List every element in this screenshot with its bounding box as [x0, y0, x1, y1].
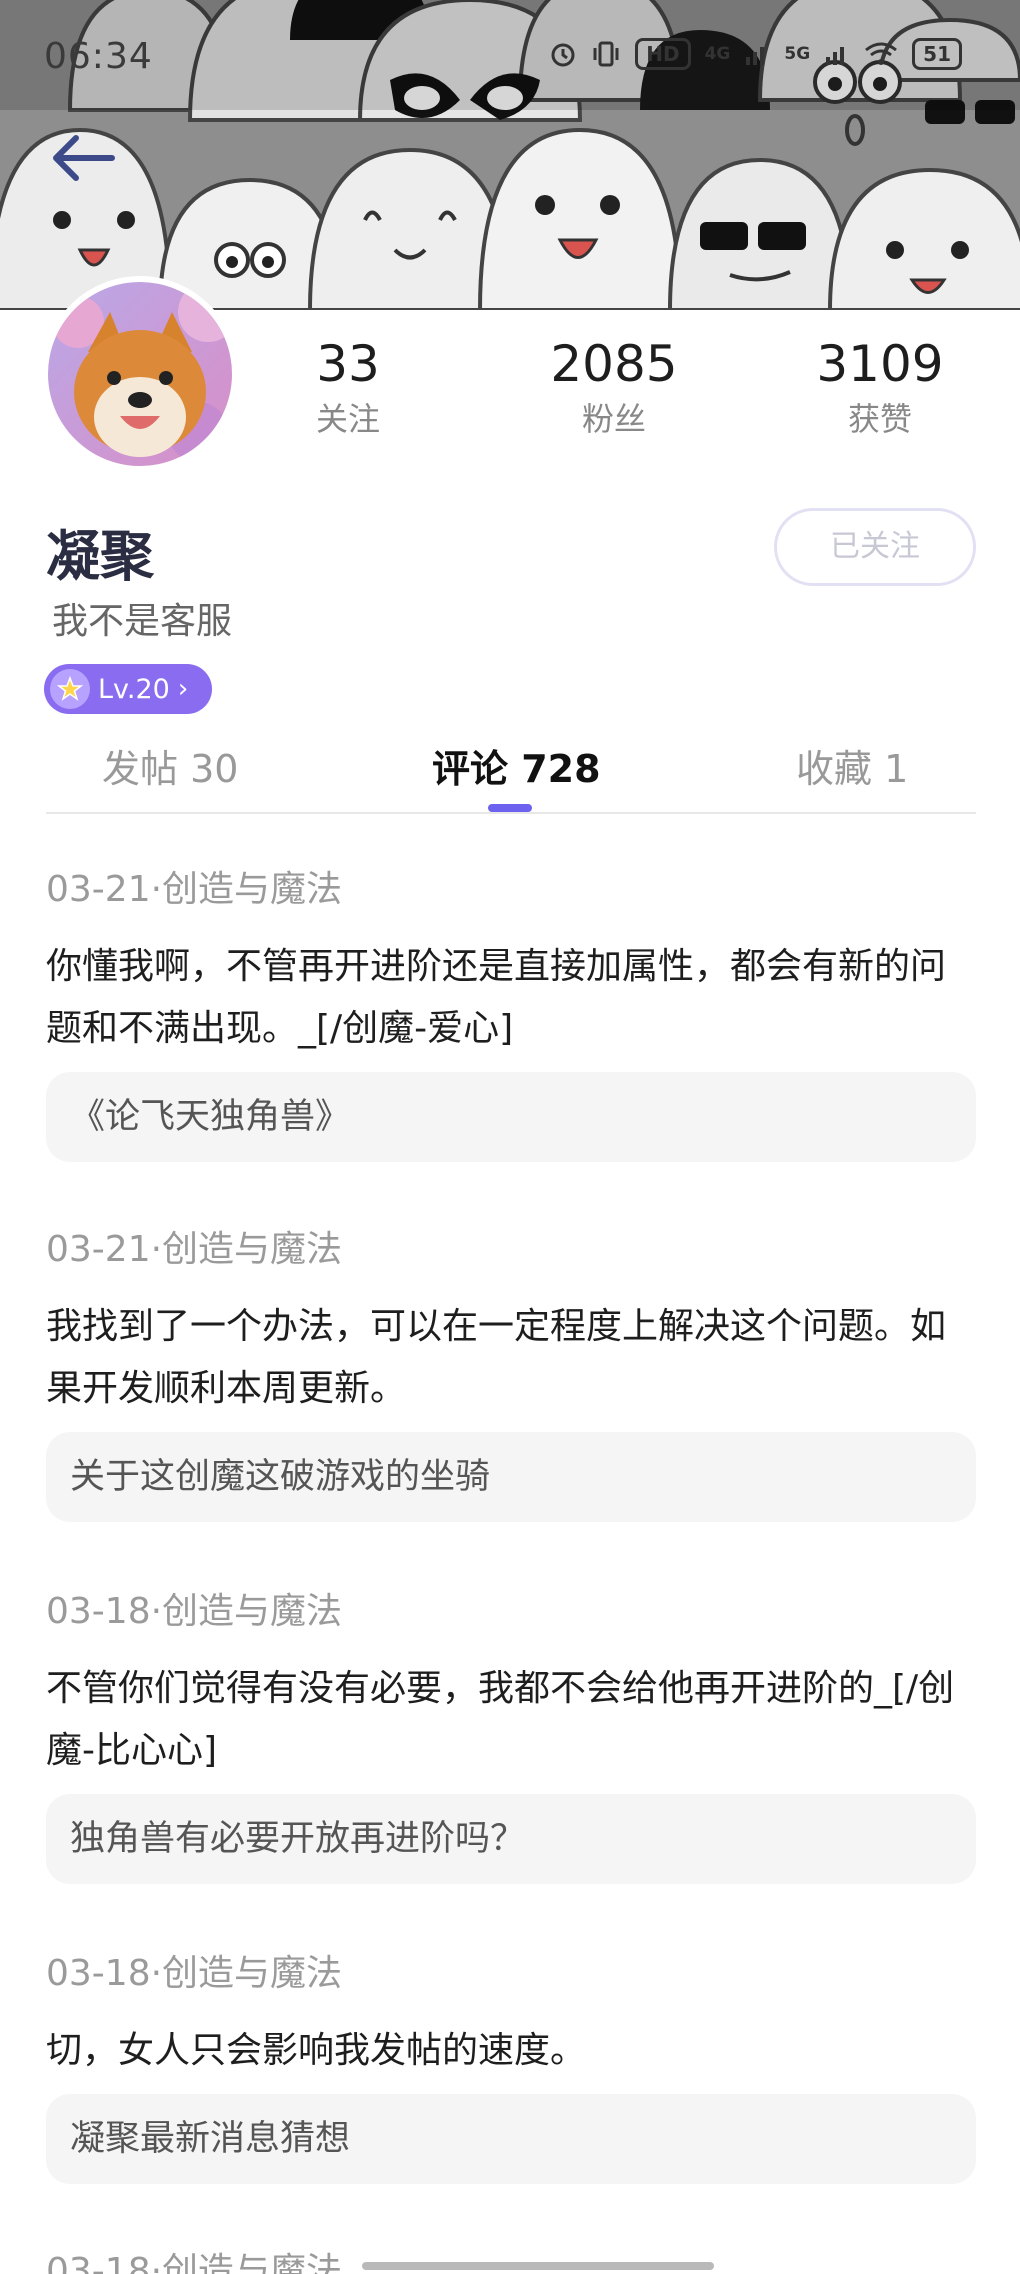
comment-meta: 03-18·创造与魔法	[46, 1591, 343, 1632]
comment-text: 我找到了一个办法，可以在一定程度上解决这个问题。如果开发顺利本周更新。	[46, 1306, 947, 1409]
battery-icon: 51	[912, 38, 962, 70]
home-indicator[interactable]	[362, 2262, 714, 2270]
signal-icon-2	[824, 41, 850, 67]
status-bar: 06:34 HD 4G 5G 51	[0, 0, 1020, 110]
status-icons: HD 4G 5G 51	[549, 38, 962, 70]
stat-value: 33	[316, 335, 380, 393]
referenced-post[interactable]: 《论飞天独角兽》	[46, 1072, 976, 1162]
signature: 我不是客服	[52, 601, 233, 642]
stat-label: 关注	[315, 400, 380, 438]
level-star-icon	[50, 669, 90, 709]
referenced-post[interactable]: 独角兽有必要开放再进阶吗？	[46, 1794, 976, 1884]
comment-meta: 03-18·创造与魔法	[46, 2251, 343, 2274]
active-tab-indicator	[488, 804, 532, 812]
list-item[interactable]: 03-18·创造与魔法 切，女人只会影响我发帖的速度。 凝聚最新消息猜想	[46, 1950, 976, 2184]
list-item[interactable]: 03-18·创造与魔法 不管你们觉得有没有必要，我都不会给他再开进阶的_[/创魔…	[46, 1588, 976, 1884]
list-item[interactable]: 03-18·创造与魔法	[46, 2248, 976, 2274]
comment-meta: 03-21·创造与魔法	[46, 869, 343, 910]
stat-label: 粉丝	[581, 400, 646, 438]
list-item[interactable]: 03-21·创造与魔法 你懂我啊，不管再开进阶还是直接加属性，都会有新的问题和不…	[46, 866, 976, 1162]
stat-likes[interactable]: 3109 获赞	[780, 332, 980, 442]
comment-meta: 03-21·创造与魔法	[46, 1229, 343, 1270]
comment-text: 你懂我啊，不管再开进阶还是直接加属性，都会有新的问题和不满出现。_[/创魔-爱心…	[46, 946, 947, 1049]
profile-banner: 06:34 HD 4G 5G 51	[0, 0, 1020, 310]
profile-stats: 33 关注 2085 粉丝 3109 获赞	[0, 332, 1020, 452]
content-tabs: 发帖 30 评论 728 收藏 1	[46, 728, 976, 814]
stat-value: 3109	[816, 335, 944, 393]
status-time: 06:34	[44, 36, 153, 77]
referenced-post[interactable]: 关于这创魔这破游戏的坐骑	[46, 1432, 976, 1522]
stat-following[interactable]: 33 关注	[248, 332, 448, 442]
wifi-icon	[864, 41, 898, 67]
alarm-icon	[549, 40, 577, 68]
comment-text: 切，女人只会影响我发帖的速度。	[46, 2030, 587, 2071]
signal-icon	[744, 41, 770, 67]
referenced-post[interactable]: 凝聚最新消息猜想	[46, 2094, 976, 2184]
chevron-right-icon: ›	[177, 674, 189, 704]
hd-indicator: HD	[635, 38, 691, 70]
vibrate-icon	[591, 40, 621, 68]
stat-label: 获赞	[847, 400, 912, 438]
tab-posts[interactable]: 发帖 30	[102, 738, 238, 793]
level-label: Lv.20	[98, 673, 170, 705]
follow-button[interactable]: 已关注	[774, 508, 976, 586]
back-button[interactable]	[46, 130, 118, 186]
list-item[interactable]: 03-21·创造与魔法 我找到了一个办法，可以在一定程度上解决这个问题。如果开发…	[46, 1226, 976, 1522]
level-badge[interactable]: Lv.20 ›	[44, 664, 212, 714]
comment-meta: 03-18·创造与魔法	[46, 1953, 343, 1994]
4g-indicator: 4G	[704, 43, 731, 64]
5g-indicator: 5G	[784, 43, 811, 64]
stat-value: 2085	[550, 335, 678, 393]
back-arrow-icon	[53, 135, 115, 181]
tab-favorites[interactable]: 收藏 1	[796, 738, 908, 793]
stat-followers[interactable]: 2085 粉丝	[514, 332, 714, 442]
comment-text: 不管你们觉得有没有必要，我都不会给他再开进阶的_[/创魔-比心心]	[46, 1668, 955, 1771]
tab-comments[interactable]: 评论 728	[432, 738, 601, 793]
username: 凝聚	[46, 525, 154, 588]
